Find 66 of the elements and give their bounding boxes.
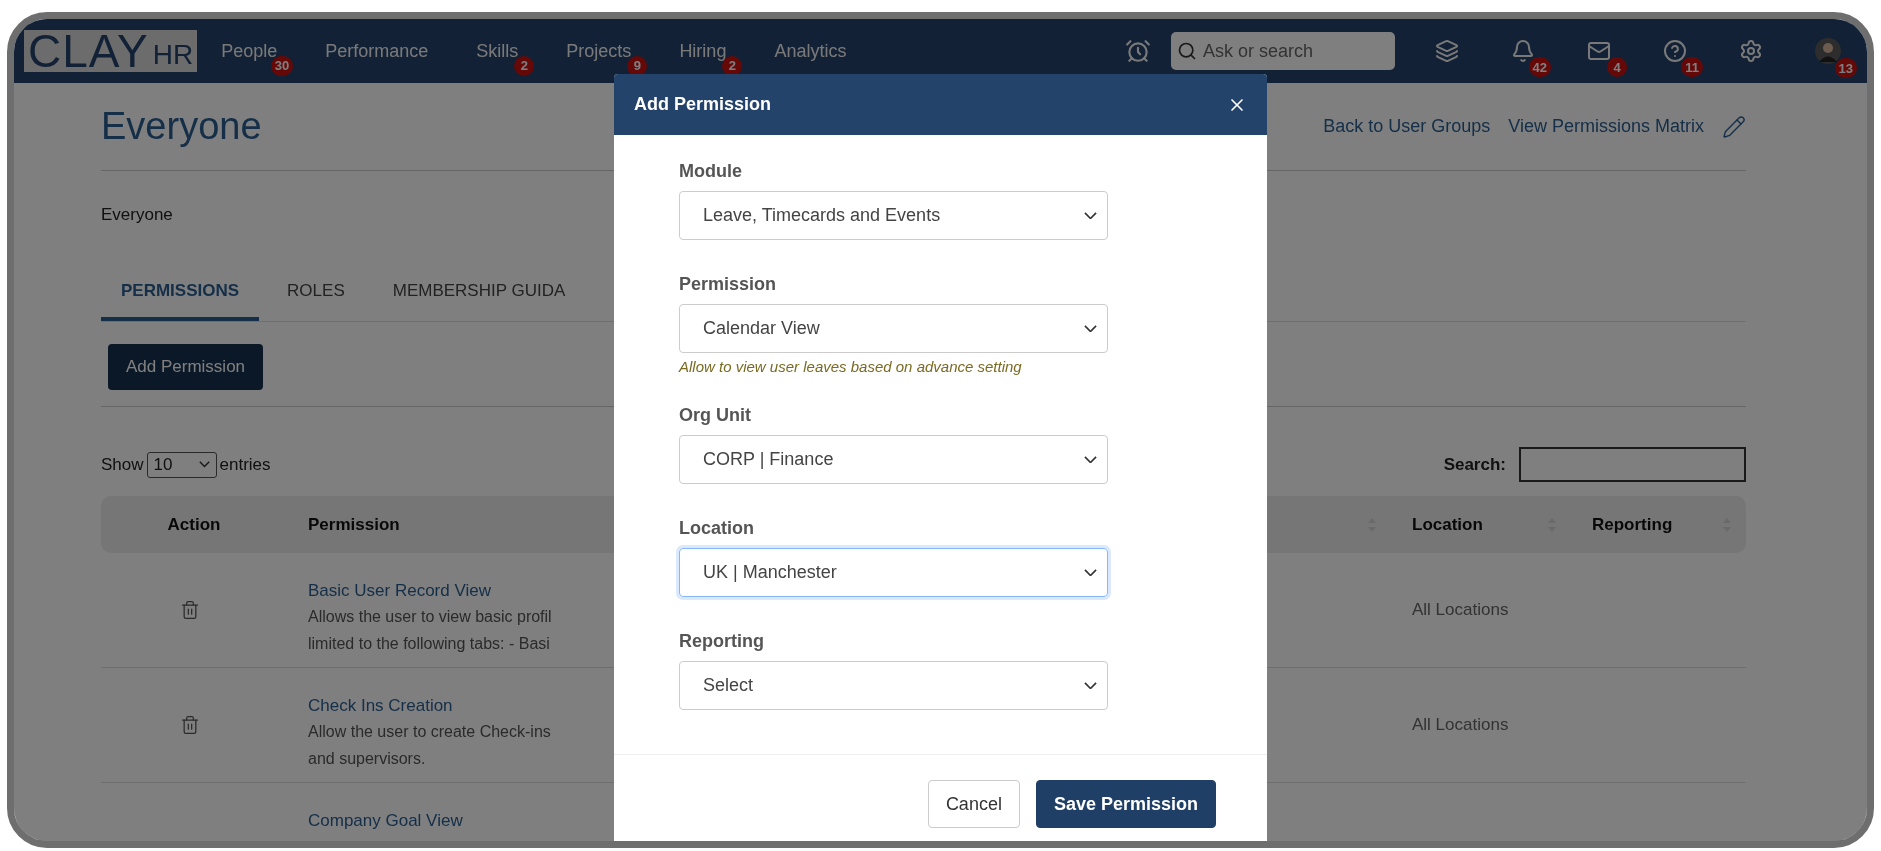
header-link[interactable]: Back to User Groups (1323, 116, 1491, 137)
field-label: Module (679, 161, 742, 182)
field-label: Reporting (679, 631, 764, 652)
search-input[interactable]: Ask or search (1201, 39, 1381, 63)
nav-item[interactable]: Performance (325, 40, 429, 62)
field-label: Permission (679, 274, 777, 295)
permission-link[interactable]: Check Ins Creation (308, 696, 453, 716)
nav-item[interactable]: Analytics (774, 40, 847, 62)
logo[interactable]: CLAY HR (24, 30, 198, 72)
help-icon[interactable] (1663, 39, 1687, 63)
count-badge: 13 (1834, 58, 1857, 78)
dialog-title: Add Permission (634, 94, 772, 115)
trash-icon[interactable] (180, 715, 200, 735)
column-header[interactable]: Reporting (1592, 514, 1673, 535)
chevron-down-icon (1084, 324, 1097, 333)
permission-description: Allow the user to create Check-ins (308, 722, 551, 742)
table-search-field[interactable] (1519, 447, 1746, 482)
chevron-down-icon (1084, 681, 1097, 690)
chevron-down-icon (1084, 455, 1097, 464)
entries-label: entries (219, 454, 271, 475)
column-header[interactable]: Action (167, 514, 221, 535)
alarm-clock-icon[interactable] (1125, 38, 1151, 64)
chevron-down-icon (1084, 568, 1097, 577)
settings-icon[interactable] (1739, 39, 1763, 63)
select-field[interactable]: CORP | Finance (679, 435, 1108, 484)
mail-icon[interactable] (1587, 39, 1611, 63)
chevron-down-icon (198, 461, 210, 468)
group-name: Everyone (101, 205, 173, 225)
select-field[interactable]: UK | Manchester (679, 548, 1108, 597)
search-field[interactable]: Ask or search (1171, 32, 1395, 70)
avatar-icon[interactable] (1815, 38, 1841, 64)
tab[interactable]: PERMISSIONS (101, 267, 260, 321)
tab[interactable]: ROLES (267, 267, 365, 321)
select-field[interactable]: Calendar View (679, 304, 1108, 353)
column-header[interactable]: Location (1412, 514, 1483, 535)
permission-description: Allows the user to view basic profil (308, 607, 552, 627)
search-label: Search: (1443, 454, 1506, 475)
select-field[interactable]: Leave, Timecards and Events (679, 191, 1108, 240)
count-badge: 4 (1607, 57, 1627, 77)
save-button[interactable]: Save Permission (1035, 780, 1216, 828)
tab[interactable]: MEMBERSHIP GUIDA (372, 267, 586, 321)
trash-icon[interactable] (180, 600, 200, 620)
add-permission-button[interactable]: Add Permission (108, 344, 264, 390)
field-label: Location (679, 518, 754, 539)
header-link[interactable]: View Permissions Matrix (1508, 116, 1704, 137)
field-hint: Allow to view user leaves based on advance setting (679, 358, 1022, 375)
chevron-down-icon (1084, 211, 1097, 220)
page-title: Everyone (101, 105, 262, 148)
search-icon (1177, 41, 1197, 61)
field-label: Org Unit (679, 405, 751, 426)
bell-icon[interactable] (1511, 39, 1535, 63)
table-cell-text: All Locations (1411, 600, 1510, 620)
show-label: Show (101, 454, 144, 475)
count-badge: 42 (1528, 57, 1551, 77)
select-field[interactable]: Select (679, 661, 1108, 710)
permission-link[interactable]: Company Goal View (308, 811, 463, 831)
permission-link[interactable]: Basic User Record View (308, 581, 491, 601)
cancel-button[interactable]: Cancel (927, 780, 1020, 828)
count-badge: 11 (1681, 57, 1703, 77)
permission-description: and supervisors. (308, 749, 426, 769)
column-header[interactable]: Permission (308, 514, 400, 535)
page-size-select[interactable]: 10 (146, 451, 217, 478)
permission-description: limited to the following tabs: - Basi (308, 634, 550, 654)
layers-icon[interactable] (1435, 39, 1459, 63)
edit-icon[interactable] (1722, 114, 1746, 139)
table-cell-text: All Locations (1411, 715, 1510, 735)
